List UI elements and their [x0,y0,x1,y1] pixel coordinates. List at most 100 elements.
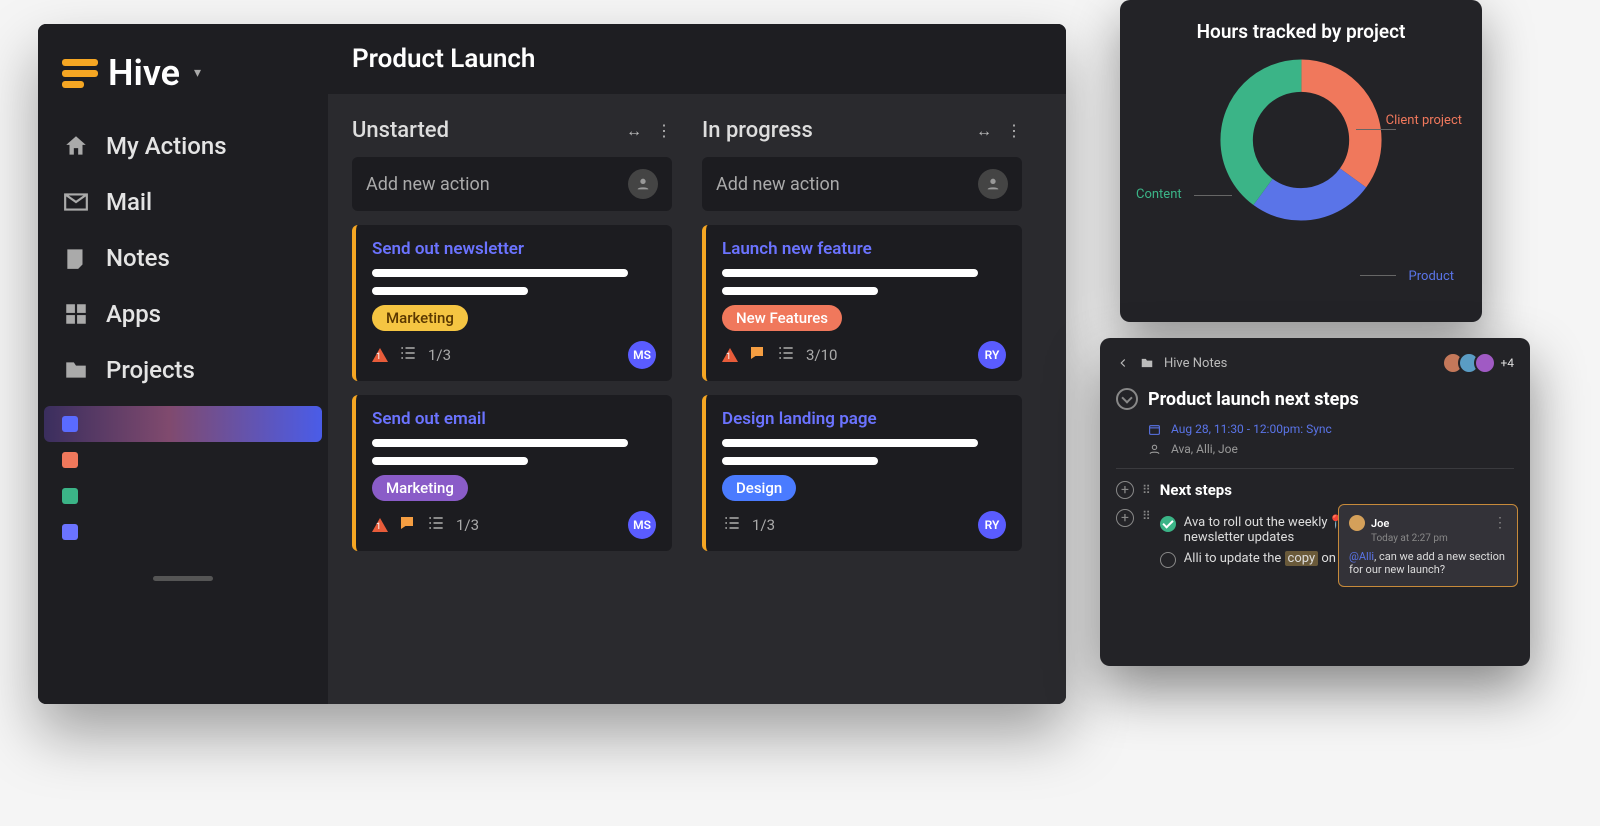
card-title: Send out email [372,409,656,429]
more-icon[interactable]: ⋮ [1006,121,1022,140]
add-action-placeholder: Add new action [716,174,840,195]
app-window: Hive ▾ My Actions Mail Notes Apps Projec… [38,24,1066,704]
nav-apps[interactable]: Apps [38,286,328,342]
nav-projects[interactable]: Projects [38,342,328,398]
person-icon [1148,443,1161,456]
nav-label: Apps [106,300,161,328]
donut-chart: Client project Product Content [1136,55,1466,295]
collapse-icon[interactable] [1116,388,1138,410]
checklist-icon [722,513,742,537]
apps-icon [62,300,90,328]
nav-label: Projects [106,356,195,384]
assignee-badge[interactable]: RY [978,511,1006,539]
note-title: Product launch next steps [1148,389,1359,410]
drag-handle-icon[interactable]: ⠿ [1142,483,1152,497]
nav-my-actions[interactable]: My Actions [38,118,328,174]
highlighted-text: copy [1285,551,1319,566]
card-progress: 3/10 [806,346,837,364]
add-action-input[interactable]: Add new action [352,157,672,211]
card[interactable]: Send out newsletter Marketing 1 1/3 MS [352,225,672,381]
project-list [38,398,328,562]
add-action-input[interactable]: Add new action [702,157,1022,211]
back-icon[interactable] [1116,356,1130,370]
checkbox-icon[interactable] [1160,552,1176,568]
checklist-icon [776,343,796,367]
hive-logo-icon [62,55,98,91]
notes-icon [62,244,90,272]
breadcrumb-label: Hive Notes [1164,356,1227,371]
resize-icon[interactable]: ↔ [626,121,642,141]
nav-label: Mail [106,188,152,216]
card[interactable]: Launch new feature New Features 1 3/10 R… [702,225,1022,381]
collaborator-count: +4 [1500,356,1514,370]
more-icon[interactable]: ⋮ [1493,515,1507,531]
warning-icon: 1 [372,348,388,362]
widget-title: Hours tracked by project [1136,20,1466,43]
scrollbar-thumb[interactable] [153,576,213,581]
nav-label: My Actions [106,132,227,160]
card-tag[interactable]: Marketing [372,475,468,501]
resize-icon[interactable]: ↔ [976,121,992,141]
project-item[interactable] [38,442,328,478]
card-title: Design landing page [722,409,1006,429]
card[interactable]: Send out email Marketing 1 1/3 MS [352,395,672,551]
card-progress: 1/3 [456,516,479,534]
comment-icon[interactable] [748,344,766,366]
text-placeholder [722,439,978,447]
add-block-button[interactable]: + [1116,509,1134,527]
checklist-icon [398,343,418,367]
assignee-badge[interactable]: MS [628,511,656,539]
add-block-button[interactable]: + [1116,481,1134,499]
comment-icon[interactable] [398,514,416,536]
collaborators[interactable]: +4 [1448,352,1514,374]
column-header: In progress ↔ ⋮ [702,118,1022,143]
column-title: Unstarted [352,118,449,143]
project-item[interactable] [38,478,328,514]
column-unstarted: Unstarted ↔ ⋮ Add new action Send out ne… [352,118,672,551]
nav-mail[interactable]: Mail [38,174,328,230]
brand-name: Hive [108,52,180,94]
column-in-progress: In progress ↔ ⋮ Add new action Launch ne… [702,118,1022,551]
assignee-badge[interactable]: MS [628,341,656,369]
page-title: Product Launch [328,24,1066,94]
more-icon[interactable]: ⋮ [656,121,672,140]
avatar [1474,352,1496,374]
assignee-picker[interactable] [628,169,658,199]
card-tag[interactable]: Marketing [372,305,468,331]
home-icon [62,132,90,160]
note-people[interactable]: Ava, Alli, Joe [1148,442,1514,456]
card-tag[interactable]: New Features [722,305,842,331]
note-date[interactable]: Aug 28, 11:30 - 12:00pm: Sync [1148,422,1514,436]
card[interactable]: Design landing page Design 1/3 RY [702,395,1022,551]
mention[interactable]: @Alli [1349,550,1374,563]
card-progress: 1/3 [752,516,775,534]
nav-label: Notes [106,244,170,272]
card-title: Send out newsletter [372,239,656,259]
project-item[interactable] [38,514,328,550]
column-header: Unstarted ↔ ⋮ [352,118,672,143]
checklist-icon [426,513,446,537]
checkbox-done-icon[interactable] [1160,516,1176,532]
text-placeholder [722,457,878,465]
text-placeholder [372,457,528,465]
board-columns: Unstarted ↔ ⋮ Add new action Send out ne… [328,94,1066,575]
brand-selector[interactable]: Hive ▾ [38,40,328,118]
nav-notes[interactable]: Notes [38,230,328,286]
text-placeholder [722,287,878,295]
text-placeholder [372,287,528,295]
text-placeholder [372,269,628,277]
assignee-badge[interactable]: RY [978,341,1006,369]
comment-card[interactable]: Joe ⋮ Today at 2:27 pm @Alli, can we add… [1338,504,1518,587]
notes-widget: Hive Notes +4 Product launch next steps … [1100,338,1530,666]
comment-time: Today at 2:27 pm [1371,533,1507,544]
breadcrumb[interactable]: Hive Notes [1116,356,1227,371]
project-item[interactable] [44,406,322,442]
sidebar: Hive ▾ My Actions Mail Notes Apps Projec… [38,24,328,704]
card-title: Launch new feature [722,239,1006,259]
add-action-placeholder: Add new action [366,174,490,195]
card-tag[interactable]: Design [722,475,796,501]
warning-icon: 1 [722,348,738,362]
drag-handle-icon[interactable]: ⠿ [1142,509,1152,523]
leader-line [1360,275,1396,276]
assignee-picker[interactable] [978,169,1008,199]
